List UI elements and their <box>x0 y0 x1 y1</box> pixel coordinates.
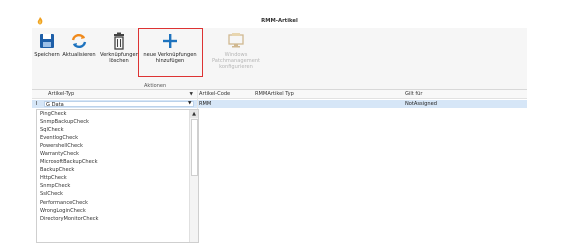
configure-patch-management-label: Windows Patchmanagement konfigurieren <box>211 52 261 70</box>
grid-area: Artikel-Typ ▼ Artikel-Code RMMArtikel Ty… <box>32 90 527 243</box>
monitor-icon <box>228 33 244 48</box>
save-icon <box>40 34 54 48</box>
window-title: RMM-Artikel <box>261 18 298 24</box>
list-item[interactable]: SslCheck <box>37 190 198 198</box>
trash-icon <box>114 32 124 50</box>
list-item[interactable]: PingCheck <box>37 110 198 118</box>
list-item[interactable]: BackupCheck <box>37 166 198 174</box>
configure-patch-management-button[interactable]: Windows Patchmanagement konfigurieren <box>202 32 270 70</box>
gilt-fuer-cell: NotAssigned <box>405 101 437 107</box>
refresh-label: Aktualisieren <box>62 52 96 58</box>
column-header-artikel-code[interactable]: Artikel-Code <box>197 90 253 99</box>
combobox-dropdown-arrow-icon[interactable]: ▼ <box>188 100 191 108</box>
list-item[interactable]: PerformanceCheck <box>37 199 198 207</box>
ribbon-toolbar: Speichern Aktualisieren Verknüpfungen lö… <box>32 28 527 90</box>
column-header-gilt-fuer[interactable]: Gilt für <box>403 90 527 99</box>
save-button[interactable]: Speichern <box>34 32 60 58</box>
column-dropdown-arrow-icon[interactable]: ▼ <box>190 90 193 99</box>
list-item[interactable]: PowershellCheck <box>37 142 198 150</box>
title-bar: RMM-Artikel <box>32 15 527 28</box>
column-header-rmm-artikel-typ[interactable]: RMMArtikel Typ <box>253 90 403 99</box>
rmm-artikel-window: RMM-Artikel Speichern Aktualisieren Verk… <box>32 15 527 243</box>
refresh-button[interactable]: Aktualisieren <box>62 32 96 58</box>
row-edit-marker: I <box>36 101 38 107</box>
list-item[interactable]: SnmpBackupCheck <box>37 118 198 126</box>
ribbon-group-label: Aktionen <box>144 83 167 89</box>
list-item[interactable]: DirectoryMonitorCheck <box>37 215 198 223</box>
refresh-icon <box>71 33 87 49</box>
artikel-code-cell: RMM <box>199 101 212 107</box>
list-item[interactable]: SqlCheck <box>37 126 198 134</box>
dropdown-items: PingCheck SnmpBackupCheck SqlCheck Event… <box>37 110 198 223</box>
table-row[interactable]: I G Data ▼ RMM NotAssigned <box>32 100 527 108</box>
delete-links-label: Verknüpfungen löschen <box>100 52 139 64</box>
list-item[interactable]: WrongLoginCheck <box>37 207 198 215</box>
artikel-typ-combobox[interactable]: G Data <box>44 100 194 108</box>
list-item[interactable]: HttpCheck <box>37 174 198 182</box>
column-header-artikel-typ[interactable]: Artikel-Typ ▼ <box>32 90 197 99</box>
delete-links-button[interactable]: Verknüpfungen löschen <box>100 32 139 64</box>
artikel-typ-dropdown-list[interactable]: PingCheck SnmpBackupCheck SqlCheck Event… <box>36 109 199 243</box>
scroll-up-arrow-icon[interactable]: ▲ <box>190 110 198 118</box>
save-label: Speichern <box>34 52 60 58</box>
highlight-frame <box>138 28 203 77</box>
list-item[interactable]: WarrantyCheck <box>37 150 198 158</box>
list-item[interactable]: SnmpCheck <box>37 182 198 190</box>
list-item[interactable]: EventlogCheck <box>37 134 198 142</box>
list-item[interactable]: MicrosoftBackupCheck <box>37 158 198 166</box>
dropdown-scrollbar[interactable]: ▲ <box>189 110 198 242</box>
scrollbar-thumb[interactable] <box>191 119 198 176</box>
